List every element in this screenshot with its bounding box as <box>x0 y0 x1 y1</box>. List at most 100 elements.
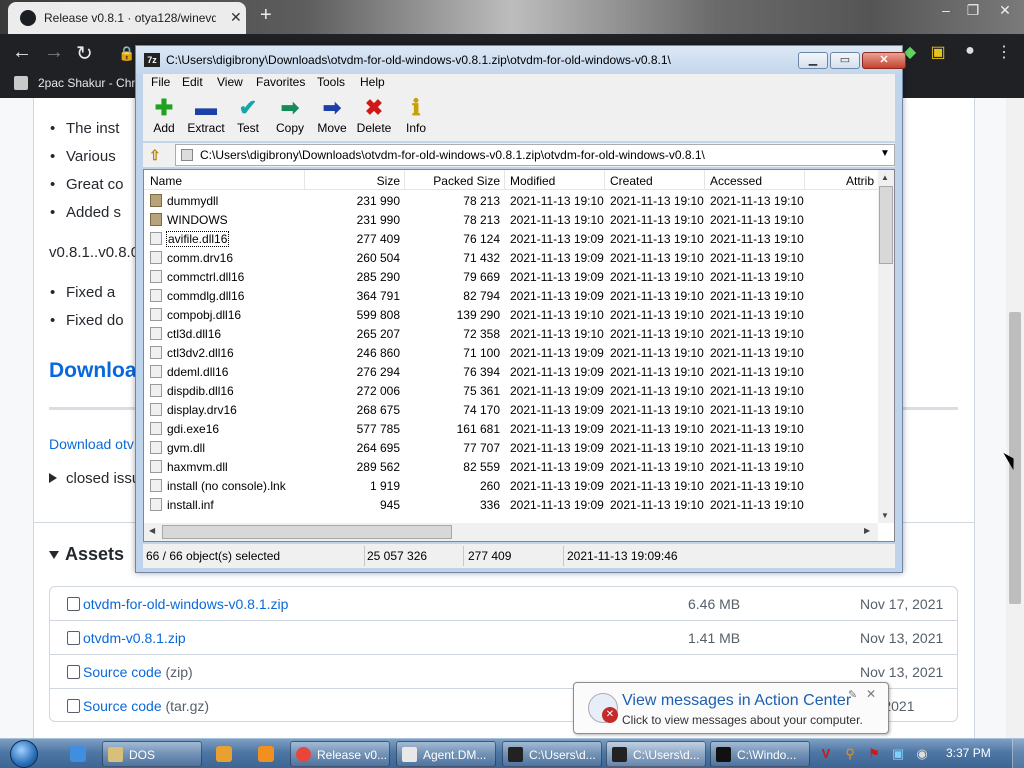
path-combobox[interactable]: C:\Users\digibrony\Downloads\otvdm-for-o… <box>175 144 895 166</box>
move-button[interactable]: ➡ Move <box>312 95 352 141</box>
scroll-left-icon[interactable]: ◀ <box>149 526 155 535</box>
file-row[interactable]: ctl3dv2.dll16 246 860 71 100 2021-11-13 19:… <box>144 343 878 362</box>
menu-tools[interactable]: Tools <box>317 75 345 89</box>
asset-link[interactable]: otvdm-v0.8.1.zip <box>83 630 186 646</box>
file-row[interactable]: dummydll 231 990 78 213 2021-11-13 19:10 202… <box>144 191 878 210</box>
file-row[interactable]: compobj.dll16 599 808 139 290 2021-11-13 19… <box>144 305 878 324</box>
file-row[interactable]: display.drv16 268 675 74 170 2021-11-13 19:… <box>144 400 878 419</box>
dropdown-arrow-icon[interactable]: ▼ <box>880 148 890 159</box>
file-row[interactable]: comm.drv16 260 504 71 432 2021-11-13 19:09 2… <box>144 248 878 267</box>
network-tray-icon[interactable]: ▣ <box>890 746 906 762</box>
maximize-button[interactable]: ▭ <box>830 52 860 69</box>
bookmark-item[interactable]: 2pac Shakur - Chro <box>38 76 142 90</box>
taskbar-item[interactable]: C:\Users\d... <box>502 741 602 767</box>
taskbar-item[interactable]: Release v0.... <box>290 741 390 767</box>
asset-link[interactable]: Source code (zip) <box>83 664 193 680</box>
taskbar-item[interactable]: C:\Windo... <box>710 741 810 767</box>
file-row[interactable]: WINDOWS 231 990 78 213 2021-11-13 19:10 2021… <box>144 210 878 229</box>
info-button[interactable]: ℹ Info <box>396 95 436 141</box>
bookmark-extension-icon[interactable]: ▣ <box>928 42 948 62</box>
restore-icon[interactable]: ❐ <box>962 2 984 18</box>
asset-row[interactable]: otvdm-for-old-windows-v0.8.1.zip 6.46 MB… <box>50 587 957 621</box>
antivirus-tray-icon[interactable]: V <box>818 746 834 762</box>
col-packed-size[interactable]: Packed Size <box>406 174 500 188</box>
vertical-scrollbar[interactable]: ▲ ▼ <box>878 170 894 523</box>
show-desktop-button[interactable] <box>1012 739 1024 768</box>
col-size[interactable]: Size <box>306 174 400 188</box>
scroll-right-icon[interactable]: ▶ <box>864 526 870 535</box>
download-link[interactable]: Download otv <box>49 436 134 452</box>
closed-issues-toggle[interactable]: closed issu <box>49 470 140 487</box>
browser-tab[interactable]: Release v0.8.1 · otya128/winevdm ✕ <box>8 2 246 34</box>
close-notification-icon[interactable]: ✕ <box>866 687 876 701</box>
start-button[interactable] <box>6 739 44 768</box>
search-tray-icon[interactable]: ⚲ <box>842 746 858 762</box>
action-center-notification[interactable]: View messages in Action Center Click to … <box>573 682 889 734</box>
up-folder-icon[interactable]: ⇧ <box>149 147 165 163</box>
taskbar-item[interactable]: Agent.DM... <box>396 741 496 767</box>
extract-button[interactable]: ▬ Extract <box>186 95 226 141</box>
asset-link[interactable]: Source code (tar.gz) <box>83 698 209 714</box>
file-row[interactable]: install.inf 945 336 2021-11-13 19:09 2021-11… <box>144 495 878 514</box>
menu-edit[interactable]: Edit <box>182 75 203 89</box>
test-button[interactable]: ✔ Test <box>228 95 268 141</box>
reload-icon[interactable]: ↻ <box>76 41 93 66</box>
add-button[interactable]: ✚ Add <box>144 95 184 141</box>
release-note-bullet: Added s <box>50 204 121 221</box>
close-button[interactable]: ✕ <box>862 52 906 69</box>
file-row[interactable]: gvm.dll 264 695 77 707 2021-11-13 19:09 2021… <box>144 438 878 457</box>
file-packed: 82 794 <box>463 289 500 303</box>
forward-icon[interactable]: → <box>44 41 64 64</box>
system-clock[interactable]: 3:37 PM <box>946 746 991 760</box>
volume-tray-icon[interactable]: ◉ <box>914 746 930 762</box>
taskbar-item[interactable]: DOS <box>102 741 202 767</box>
pinned-media-player[interactable] <box>204 741 244 767</box>
page-scrollbar[interactable] <box>1006 98 1024 738</box>
file-row[interactable]: ddeml.dll16 276 294 76 394 2021-11-13 19:09… <box>144 362 878 381</box>
file-row[interactable]: commdlg.dll16 364 791 82 794 2021-11-13 19:… <box>144 286 878 305</box>
delete-button[interactable]: ✖ Delete <box>354 95 394 141</box>
window-titlebar[interactable]: 7z C:\Users\digibrony\Downloads\otvdm-fo… <box>136 46 906 74</box>
close-tab-icon[interactable]: ✕ <box>230 9 242 26</box>
scroll-up-icon[interactable]: ▲ <box>881 173 889 182</box>
vertical-scrollbar-thumb[interactable] <box>879 186 893 264</box>
file-row[interactable]: gdi.exe16 577 785 161 681 2021-11-13 19:09 2… <box>144 419 878 438</box>
file-row[interactable]: ctl3d.dll16 265 207 72 358 2021-11-13 19:10… <box>144 324 878 343</box>
file-row[interactable]: install (no console).lnk 1 919 260 2021-11-… <box>144 476 878 495</box>
minimize-icon[interactable]: – <box>935 2 957 18</box>
assets-toggle[interactable]: Assets <box>49 544 124 565</box>
col-attrib[interactable]: Attrib <box>846 174 874 188</box>
asset-link[interactable]: otvdm-for-old-windows-v0.8.1.zip <box>83 596 288 612</box>
notification-text: Click to view messages about your comput… <box>622 713 863 727</box>
file-row[interactable]: haxmvm.dll 289 562 82 559 2021-11-13 19:09 2… <box>144 457 878 476</box>
action-center-tray-icon[interactable]: ⚑ <box>866 746 882 762</box>
file-row[interactable]: commctrl.dll16 285 290 79 669 2021-11-13 19… <box>144 267 878 286</box>
pinned-app[interactable] <box>246 741 286 767</box>
file-row[interactable]: dispdib.dll16 272 006 75 361 2021-11-13 19:… <box>144 381 878 400</box>
menu-file[interactable]: File <box>151 75 170 89</box>
asset-row[interactable]: otvdm-v0.8.1.zip 1.41 MB Nov 13, 2021 <box>50 621 957 655</box>
taskbar-item-active[interactable]: C:\Users\d... <box>606 741 706 767</box>
col-accessed[interactable]: Accessed <box>710 174 762 188</box>
close-window-icon[interactable]: ✕ <box>994 2 1016 18</box>
pinned-ie[interactable] <box>58 741 98 767</box>
copy-button[interactable]: ➡ Copy <box>270 95 310 141</box>
col-created[interactable]: Created <box>610 174 653 188</box>
profile-icon[interactable]: ● <box>960 42 980 62</box>
menu-view[interactable]: View <box>217 75 243 89</box>
notification-title[interactable]: View messages in Action Center <box>622 692 851 710</box>
minimize-button[interactable]: ▁ <box>798 52 828 69</box>
col-name[interactable]: Name <box>150 174 182 188</box>
menu-favorites[interactable]: Favorites <box>256 75 305 89</box>
horizontal-scrollbar[interactable]: ◀ ▶ <box>144 523 878 541</box>
scroll-down-icon[interactable]: ▼ <box>881 511 889 520</box>
horizontal-scrollbar-thumb[interactable] <box>162 525 452 539</box>
more-menu-icon[interactable]: ⋮ <box>994 42 1014 62</box>
file-row[interactable]: avifile.dll16 277 409 76 124 2021-11-13 19:… <box>144 229 878 248</box>
back-icon[interactable]: ← <box>12 41 32 64</box>
col-modified[interactable]: Modified <box>510 174 555 188</box>
pin-icon[interactable]: ✎ <box>848 688 857 701</box>
menu-help[interactable]: Help <box>360 75 385 89</box>
new-tab-icon[interactable]: + <box>260 4 272 27</box>
file-modified: 2021-11-13 19:09 <box>510 479 604 493</box>
